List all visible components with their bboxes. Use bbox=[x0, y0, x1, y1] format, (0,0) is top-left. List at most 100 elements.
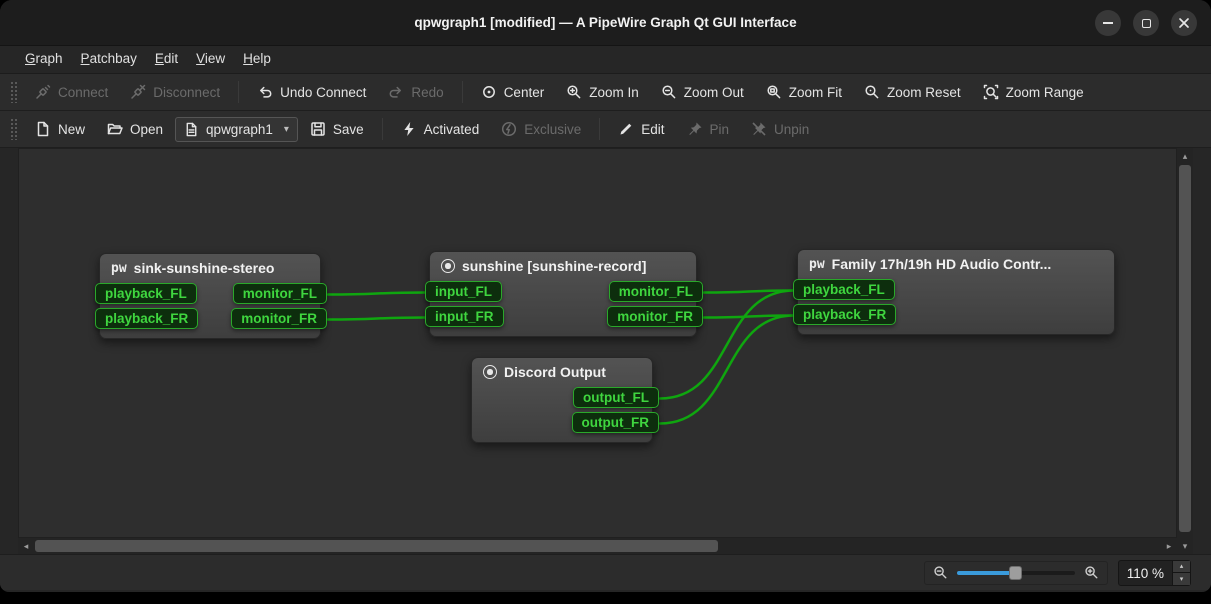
zoom-in-icon bbox=[566, 84, 582, 100]
circled-lightning-icon bbox=[501, 121, 517, 137]
port-monitor-fl[interactable]: monitor_FL bbox=[609, 281, 703, 302]
pin-icon bbox=[687, 121, 703, 137]
zoom-slider-group bbox=[924, 561, 1108, 585]
toolbar-drag-handle[interactable] bbox=[10, 81, 17, 103]
minimize-icon bbox=[1103, 22, 1113, 24]
horizontal-scroll-handle[interactable] bbox=[35, 540, 718, 552]
undo-icon bbox=[257, 84, 273, 100]
connect-button[interactable]: Connect bbox=[25, 77, 118, 107]
port-input-fr[interactable]: input_FR bbox=[425, 306, 504, 327]
disconnect-button[interactable]: Disconnect bbox=[120, 77, 230, 107]
save-patchbay-button[interactable]: Save bbox=[300, 114, 374, 144]
new-file-icon bbox=[35, 121, 51, 137]
node-title: Discord Output bbox=[504, 364, 606, 380]
scroll-up-icon[interactable] bbox=[1177, 148, 1193, 164]
port-monitor-fr[interactable]: monitor_FR bbox=[231, 308, 327, 329]
slider-thumb[interactable] bbox=[1009, 566, 1022, 580]
pipewire-icon: pw bbox=[111, 262, 127, 275]
maximize-button[interactable] bbox=[1133, 10, 1159, 36]
connect-icon bbox=[35, 84, 51, 100]
menu-view[interactable]: View bbox=[187, 46, 234, 73]
horizontal-scrollbar[interactable] bbox=[18, 538, 1177, 554]
toolbar-drag-handle[interactable] bbox=[10, 118, 17, 140]
save-icon bbox=[310, 121, 326, 137]
zoom-spin-down-icon[interactable] bbox=[1173, 572, 1190, 585]
node-discord-output[interactable]: Discord Output output_FL output_FR bbox=[471, 357, 653, 443]
menu-edit[interactable]: Edit bbox=[146, 46, 187, 73]
activated-toggle[interactable]: Activated bbox=[391, 114, 490, 144]
zoom-fit-icon bbox=[766, 84, 782, 100]
zoom-value: 110 % bbox=[1119, 561, 1172, 585]
center-icon bbox=[481, 84, 497, 100]
canvas-frame: pw sink-sunshine-stereo playback_FL moni… bbox=[18, 148, 1193, 554]
zoom-reset-icon bbox=[864, 84, 880, 100]
scroll-down-icon[interactable] bbox=[1177, 538, 1193, 554]
toolbar-separator bbox=[599, 118, 600, 140]
redo-icon bbox=[388, 84, 404, 100]
node-title: Family 17h/19h HD Audio Contr... bbox=[832, 256, 1052, 272]
menu-help[interactable]: Help bbox=[234, 46, 280, 73]
port-input-fl[interactable]: input_FL bbox=[425, 281, 502, 302]
undo-connect-button[interactable]: Undo Connect bbox=[247, 77, 376, 107]
graph-canvas[interactable]: pw sink-sunshine-stereo playback_FL moni… bbox=[18, 148, 1177, 538]
node-title: sunshine [sunshine-record] bbox=[462, 258, 646, 274]
statusbar-zoom-out-icon[interactable] bbox=[933, 565, 948, 580]
patchbay-selector[interactable]: qpwgraph1 ▾ bbox=[175, 117, 298, 142]
port-playback-fr[interactable]: playback_FR bbox=[95, 308, 198, 329]
zoom-reset-button[interactable]: Zoom Reset bbox=[854, 77, 971, 107]
center-button[interactable]: Center bbox=[471, 77, 555, 107]
pin-button[interactable]: Pin bbox=[677, 114, 740, 144]
unpin-button[interactable]: Unpin bbox=[741, 114, 819, 144]
title-bar[interactable]: qpwgraph1 [modified] — A PipeWire Graph … bbox=[0, 0, 1211, 46]
vertical-scrollbar[interactable] bbox=[1177, 148, 1193, 554]
zoom-spinbox[interactable]: 110 % bbox=[1118, 560, 1191, 586]
menu-graph[interactable]: Graph bbox=[16, 46, 72, 73]
broadcast-icon bbox=[441, 259, 455, 273]
zoom-range-button[interactable]: Zoom Range bbox=[973, 77, 1094, 107]
statusbar-zoom-in-icon[interactable] bbox=[1084, 565, 1099, 580]
port-output-fl[interactable]: output_FL bbox=[573, 387, 659, 408]
port-monitor-fr[interactable]: monitor_FR bbox=[607, 306, 703, 327]
close-button[interactable] bbox=[1171, 10, 1197, 36]
app-window: qpwgraph1 [modified] — A PipeWire Graph … bbox=[0, 0, 1211, 592]
unpin-icon bbox=[751, 121, 767, 137]
minimize-button[interactable] bbox=[1095, 10, 1121, 36]
chevron-down-icon: ▾ bbox=[284, 124, 289, 135]
lightning-icon bbox=[401, 121, 417, 137]
patchbay-toolbar: New Open qpwgraph1 ▾ Save Activated Excl… bbox=[0, 111, 1211, 148]
disconnect-icon bbox=[130, 84, 146, 100]
open-patchbay-button[interactable]: Open bbox=[97, 114, 173, 144]
redo-button[interactable]: Redo bbox=[378, 77, 453, 107]
zoom-in-button[interactable]: Zoom In bbox=[556, 77, 649, 107]
edit-patchbay-button[interactable]: Edit bbox=[608, 114, 674, 144]
node-sunshine-record[interactable]: sunshine [sunshine-record] input_FL moni… bbox=[429, 251, 697, 337]
new-patchbay-button[interactable]: New bbox=[25, 114, 95, 144]
port-output-fr[interactable]: output_FR bbox=[572, 412, 659, 433]
node-family-hd-audio-controller[interactable]: pw Family 17h/19h HD Audio Contr... play… bbox=[797, 249, 1115, 335]
zoom-fit-button[interactable]: Zoom Fit bbox=[756, 77, 852, 107]
scroll-right-icon[interactable] bbox=[1161, 538, 1177, 554]
broadcast-icon bbox=[483, 365, 497, 379]
vertical-scroll-handle[interactable] bbox=[1179, 165, 1191, 532]
exclusive-toggle[interactable]: Exclusive bbox=[491, 114, 591, 144]
port-playback-fr[interactable]: playback_FR bbox=[793, 304, 896, 325]
zoom-range-icon bbox=[983, 84, 999, 100]
menu-patchbay[interactable]: Patchbay bbox=[72, 46, 146, 73]
port-playback-fl[interactable]: playback_FL bbox=[95, 283, 197, 304]
zoom-slider[interactable] bbox=[957, 565, 1075, 581]
port-playback-fl[interactable]: playback_FL bbox=[793, 279, 895, 300]
node-title: sink-sunshine-stereo bbox=[134, 260, 275, 276]
pipewire-icon: pw bbox=[809, 258, 825, 271]
toolbar-separator bbox=[462, 81, 463, 103]
node-sink-sunshine-stereo[interactable]: pw sink-sunshine-stereo playback_FL moni… bbox=[99, 253, 321, 339]
port-monitor-fl[interactable]: monitor_FL bbox=[233, 283, 327, 304]
window-title: qpwgraph1 [modified] — A PipeWire Graph … bbox=[414, 15, 796, 30]
toolbar-separator bbox=[382, 118, 383, 140]
graph-toolbar: Connect Disconnect Undo Connect Redo Cen… bbox=[0, 74, 1211, 111]
zoom-out-button[interactable]: Zoom Out bbox=[651, 77, 754, 107]
open-folder-icon bbox=[107, 121, 123, 137]
scroll-left-icon[interactable] bbox=[18, 538, 34, 554]
window-controls bbox=[1095, 10, 1197, 36]
zoom-spin-up-icon[interactable] bbox=[1173, 561, 1190, 573]
maximize-icon bbox=[1142, 19, 1151, 28]
